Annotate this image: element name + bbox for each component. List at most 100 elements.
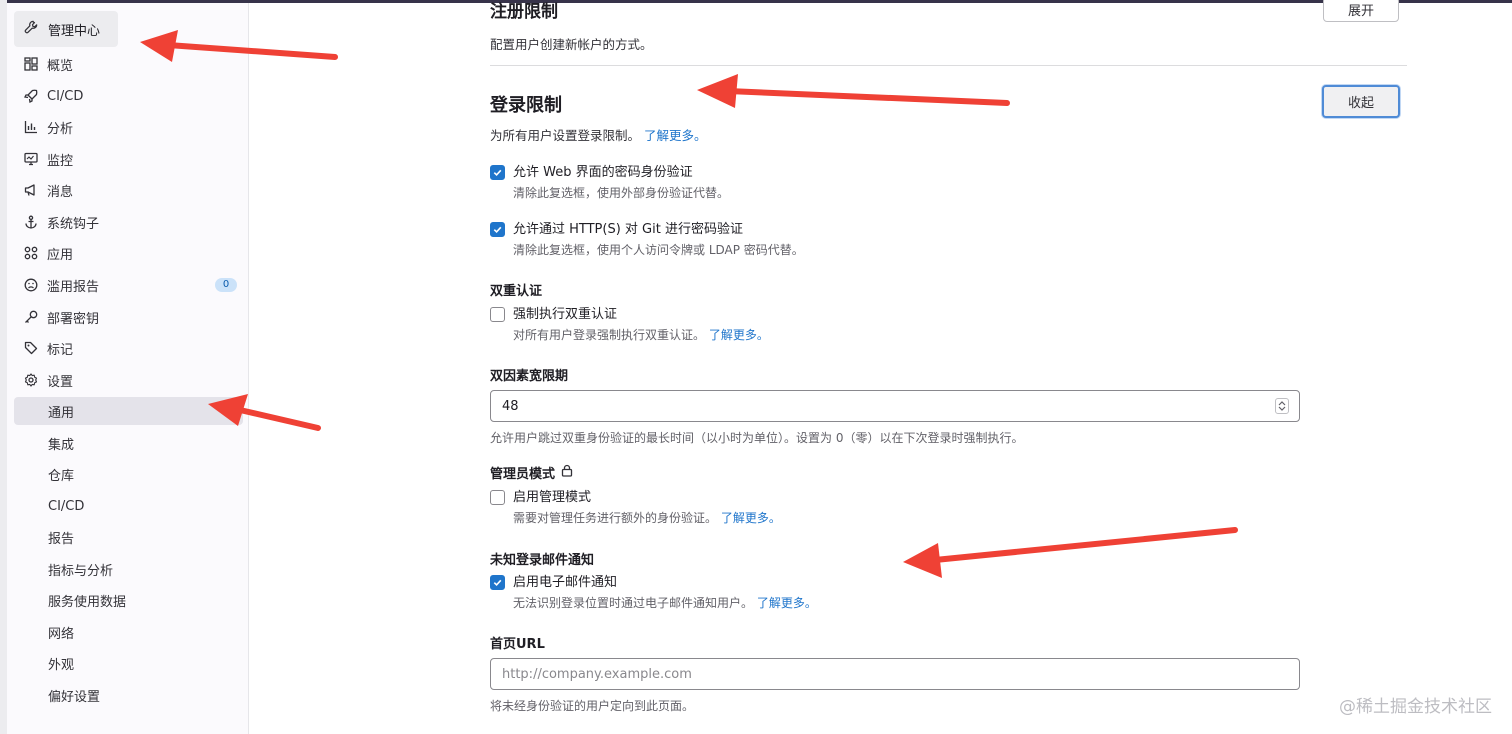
email-notification-learn-more-link[interactable]: 了解更多。 — [757, 596, 817, 610]
git-password-auth-option: 允许通过 HTTP(S) 对 Git 进行密码验证 清除此复选框，使用个人访问令… — [490, 221, 804, 259]
sidebar-item-label: 应用 — [47, 247, 74, 263]
sidebar-item-label: 系统钩子 — [47, 216, 100, 232]
sidebar-item-cicd[interactable]: CI/CD — [14, 82, 243, 110]
dashboard-icon — [24, 57, 38, 71]
email-notification-help: 无法识别登录位置时通过电子邮件通知用户。 了解更多。 — [513, 594, 817, 612]
sidebar-subitem-reporting[interactable]: 报告 — [14, 523, 243, 551]
admin-mode-checkbox[interactable] — [490, 490, 505, 505]
admin-mode-help: 需要对管理任务进行额外的身份验证。 了解更多。 — [513, 509, 781, 527]
enforce-two-factor-help: 对所有用户登录强制执行双重认证。 了解更多。 — [513, 326, 769, 344]
checkmark-icon — [493, 169, 502, 177]
sidebar-item-deploy-keys[interactable]: 部署密钥 — [14, 303, 243, 331]
web-password-auth-label[interactable]: 允许 Web 界面的密码身份验证 — [513, 164, 729, 182]
admin-sidebar: 管理中心 概览 CI/CD 分析 监控 消息 系统钩子 应用 滥用报告 0 部署… — [7, 3, 249, 734]
sidebar-item-label: 分析 — [47, 121, 74, 137]
git-password-auth-checkbox[interactable] — [490, 222, 505, 237]
sidebar-header-label: 管理中心 — [48, 23, 101, 39]
number-stepper[interactable] — [1275, 398, 1289, 414]
sidebar-subitem-preferences[interactable]: 偏好设置 — [14, 681, 243, 709]
megaphone-icon — [24, 183, 38, 197]
lock-icon — [561, 464, 573, 481]
signup-restrictions-description: 配置用户创建新帐户的方式。 — [490, 37, 653, 52]
sidebar-subitem-integrations[interactable]: 集成 — [14, 429, 243, 457]
admin-mode-label[interactable]: 启用管理模式 — [513, 489, 781, 507]
sidebar-item-analytics[interactable]: 分析 — [14, 113, 243, 141]
apps-icon — [24, 246, 38, 260]
sidebar-item-overview[interactable]: 概览 — [14, 50, 243, 78]
sidebar-subitem-metrics-and-profiling[interactable]: 指标与分析 — [14, 555, 243, 583]
grace-period-help: 允许用户跳过双重身份验证的最长时间（以小时为单位）。设置为 0（零）以在下次登录… — [490, 431, 1024, 445]
anchor-icon — [24, 215, 38, 229]
git-password-auth-label[interactable]: 允许通过 HTTP(S) 对 Git 进行密码验证 — [513, 221, 804, 239]
section-divider — [490, 65, 1407, 66]
unknown-signin-group-label: 未知登录邮件通知 — [490, 553, 595, 568]
two-factor-group-label: 双重认证 — [490, 284, 543, 299]
sidebar-item-messages[interactable]: 消息 — [14, 176, 243, 204]
admin-mode-learn-more-link[interactable]: 了解更多。 — [721, 511, 781, 525]
home-url-input[interactable]: http://company.example.com — [490, 658, 1300, 690]
window-edge — [0, 0, 7, 734]
two-factor-option: 强制执行双重认证 对所有用户登录强制执行双重认证。 了解更多。 — [490, 306, 769, 344]
email-notification-checkbox[interactable] — [490, 575, 505, 590]
gear-icon — [24, 373, 38, 387]
sidebar-item-monitoring[interactable]: 监控 — [14, 145, 243, 173]
sidebar-item-label: 设置 — [47, 374, 74, 390]
help-text: 对所有用户登录强制执行双重认证。 — [513, 328, 706, 342]
sidebar-item-label: CI/CD — [47, 88, 84, 104]
sidebar-item-label: 监控 — [47, 153, 74, 169]
signup-expand-button[interactable]: 展开 — [1323, 0, 1399, 22]
monitor-icon — [24, 152, 38, 166]
enforce-two-factor-checkbox[interactable] — [490, 307, 505, 322]
watermark: @稀土掘金技术社区 — [1339, 697, 1492, 717]
settings-main-content: 注册限制 展开 配置用户创建新帐户的方式。 登录限制 收起 为所有用户设置登录限… — [250, 0, 1512, 734]
sidebar-header-admin-area[interactable]: 管理中心 — [14, 11, 118, 47]
learn-more-link[interactable]: 了解更多。 — [644, 128, 707, 143]
sidebar-subitem-service-usage-data[interactable]: 服务使用数据 — [14, 586, 243, 614]
sidebar-item-system-hooks[interactable]: 系统钩子 — [14, 208, 243, 236]
sidebar-item-settings[interactable]: 设置 — [14, 366, 243, 394]
description-text: 为所有用户设置登录限制。 — [490, 128, 641, 143]
signin-collapse-button[interactable]: 收起 — [1322, 85, 1400, 118]
sidebar-subitem-repository[interactable]: 仓库 — [14, 460, 243, 488]
sad-face-icon — [24, 278, 38, 292]
sidebar-item-abuse-reports[interactable]: 滥用报告 0 — [14, 271, 243, 299]
web-password-auth-help: 清除此复选框，使用外部身份验证代替。 — [513, 186, 730, 200]
unknown-signin-option: 启用电子邮件通知 无法识别登录位置时通过电子邮件通知用户。 了解更多。 — [490, 574, 817, 612]
sidebar-item-label: 部署密钥 — [47, 311, 100, 327]
help-text: 无法识别登录位置时通过电子邮件通知用户。 — [513, 596, 754, 610]
wrench-icon — [24, 20, 38, 38]
grace-period-label: 双因素宽限期 — [490, 369, 569, 384]
enforce-two-factor-label[interactable]: 强制执行双重认证 — [513, 306, 769, 324]
sidebar-subitem-cicd[interactable]: CI/CD — [14, 492, 243, 520]
rocket-icon — [24, 89, 38, 103]
git-password-auth-help: 清除此复选框，使用个人访问令牌或 LDAP 密码代替。 — [513, 243, 804, 257]
sidebar-item-label: 消息 — [47, 184, 74, 200]
grace-period-value: 48 — [502, 398, 519, 414]
sidebar-item-label: 滥用报告 — [47, 279, 100, 295]
web-password-auth-checkbox[interactable] — [490, 165, 505, 180]
sidebar-subitem-appearance[interactable]: 外观 — [14, 649, 243, 677]
sidebar-item-labels[interactable]: 标记 — [14, 334, 243, 362]
checkmark-icon — [493, 579, 502, 587]
signup-restrictions-title: 注册限制 — [490, 2, 558, 22]
admin-mode-group-label: 管理员模式 — [490, 463, 573, 482]
sidebar-subitem-network[interactable]: 网络 — [14, 618, 243, 646]
abuse-reports-count-badge: 0 — [215, 278, 237, 292]
key-icon — [24, 310, 38, 324]
signin-restrictions-title: 登录限制 — [490, 95, 562, 116]
web-password-auth-option: 允许 Web 界面的密码身份验证 清除此复选框，使用外部身份验证代替。 — [490, 164, 729, 202]
sidebar-item-label: 概览 — [47, 58, 74, 74]
sidebar-subitem-general[interactable]: 通用 — [14, 397, 243, 425]
sidebar-item-label: 标记 — [47, 342, 74, 358]
admin-mode-option: 启用管理模式 需要对管理任务进行额外的身份验证。 了解更多。 — [490, 489, 781, 527]
two-factor-learn-more-link[interactable]: 了解更多。 — [709, 328, 769, 342]
help-text: 需要对管理任务进行额外的身份验证。 — [513, 511, 718, 525]
checkmark-icon — [493, 226, 502, 234]
home-url-help: 将未经身份验证的用户定向到此页面。 — [490, 699, 695, 713]
chart-icon — [24, 120, 38, 134]
grace-period-input[interactable]: 48 — [490, 390, 1300, 422]
admin-mode-title: 管理员模式 — [490, 467, 556, 482]
home-url-label: 首页URL — [490, 637, 545, 652]
email-notification-label[interactable]: 启用电子邮件通知 — [513, 574, 817, 592]
sidebar-item-applications[interactable]: 应用 — [14, 239, 243, 267]
